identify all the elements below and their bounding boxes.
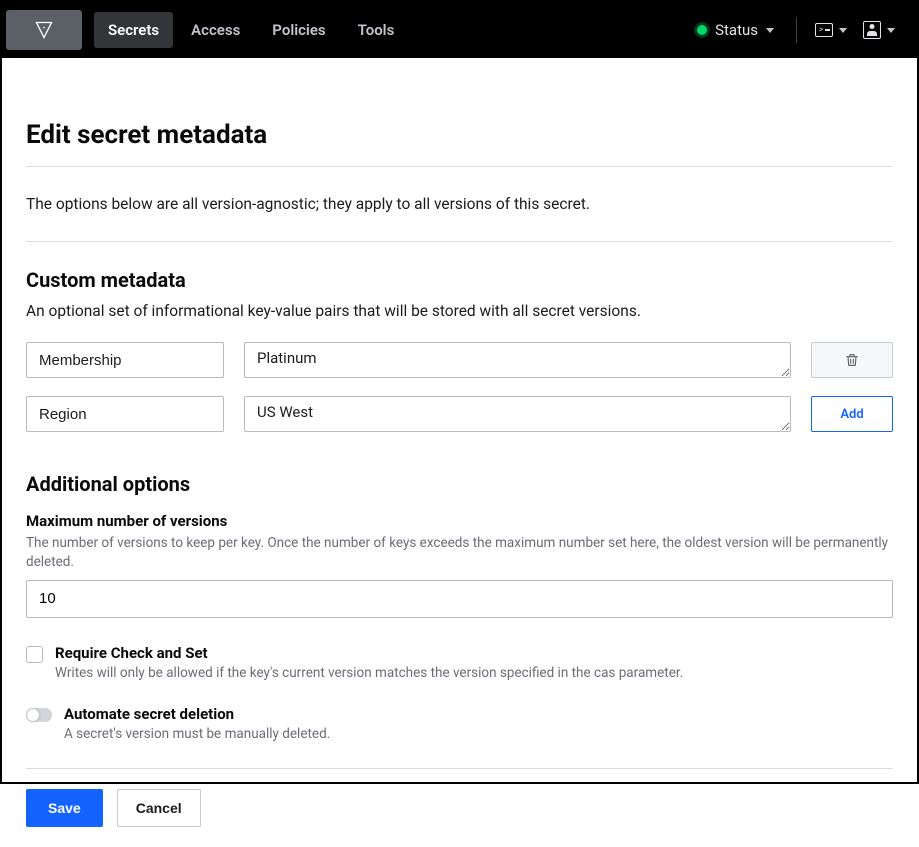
user-icon	[863, 21, 881, 39]
nav-tools[interactable]: Tools	[344, 12, 409, 48]
custom-metadata-heading: Custom metadata	[26, 268, 893, 292]
page-title: Edit secret metadata	[26, 120, 893, 167]
nav-divider	[796, 17, 797, 43]
nav-policies[interactable]: Policies	[258, 12, 339, 48]
trash-icon	[844, 352, 860, 368]
max-versions-input[interactable]	[26, 580, 893, 618]
main-content: Edit secret metadata The options below a…	[2, 58, 917, 847]
metadata-key-input[interactable]	[26, 396, 224, 432]
user-menu[interactable]	[855, 15, 903, 45]
require-cas-row: Require Check and Set Writes will only b…	[26, 644, 893, 681]
automate-delete-label: Automate secret deletion	[64, 705, 330, 723]
cancel-button[interactable]: Cancel	[117, 789, 201, 827]
save-button[interactable]: Save	[26, 789, 103, 827]
add-row-button[interactable]: Add	[811, 396, 893, 432]
status-indicator-icon	[697, 25, 707, 35]
top-navbar: Secrets Access Policies Tools Status	[2, 2, 917, 58]
form-actions: Save Cancel	[26, 789, 893, 827]
terminal-icon	[815, 23, 833, 37]
console-menu[interactable]	[807, 17, 855, 43]
max-versions-help: The number of versions to keep per key. …	[26, 534, 893, 572]
vault-logo-icon	[34, 20, 54, 40]
automate-delete-row: Automate secret deletion A secret's vers…	[26, 705, 893, 769]
nav-items: Secrets Access Policies Tools	[94, 12, 408, 48]
require-cas-checkbox[interactable]	[26, 646, 43, 663]
additional-options-heading: Additional options	[26, 472, 893, 496]
metadata-key-input[interactable]	[26, 342, 224, 378]
require-cas-help: Writes will only be allowed if the key's…	[55, 665, 683, 681]
metadata-value-input[interactable]: Platinum	[244, 342, 791, 378]
nav-access[interactable]: Access	[177, 12, 254, 48]
page-intro: The options below are all version-agnost…	[26, 195, 893, 242]
metadata-value-input[interactable]: US West	[244, 396, 791, 432]
custom-metadata-desc: An optional set of informational key-val…	[26, 302, 893, 320]
automate-delete-toggle[interactable]	[26, 708, 52, 722]
automate-delete-help: A secret's version must be manually dele…	[64, 726, 330, 742]
metadata-row: Platinum	[26, 342, 893, 378]
status-label: Status	[715, 21, 758, 39]
app-logo[interactable]	[6, 10, 82, 50]
require-cas-label: Require Check and Set	[55, 644, 683, 662]
chevron-down-icon	[887, 28, 895, 33]
nav-secrets[interactable]: Secrets	[94, 12, 173, 48]
delete-row-button[interactable]	[811, 342, 893, 378]
chevron-down-icon	[766, 28, 774, 33]
status-menu[interactable]: Status	[685, 21, 786, 39]
metadata-row: US West Add	[26, 396, 893, 432]
chevron-down-icon	[839, 28, 847, 33]
max-versions-label: Maximum number of versions	[26, 512, 893, 530]
